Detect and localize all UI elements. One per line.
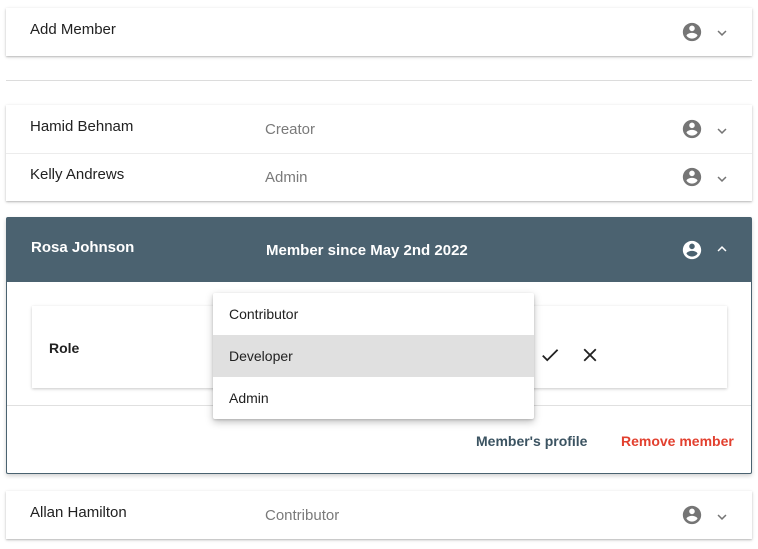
account-circle-icon (682, 505, 702, 525)
check-icon[interactable] (539, 344, 561, 366)
chevron-down-icon[interactable] (713, 508, 731, 526)
member-name: Rosa Johnson (31, 239, 135, 256)
member-role: Admin (265, 169, 308, 186)
member-row-allan[interactable]: Allan Hamilton Contributor (6, 491, 752, 539)
section-divider (6, 80, 752, 81)
member-name: Kelly Andrews (30, 166, 125, 183)
chevron-down-icon[interactable] (713, 24, 731, 42)
account-circle-icon (682, 240, 702, 260)
close-icon[interactable] (579, 344, 601, 366)
member-card-allan: Allan Hamilton Contributor (6, 491, 752, 539)
account-circle-icon (682, 22, 702, 42)
role-option-contributor[interactable]: Contributor (213, 293, 534, 335)
option-label: Developer (229, 348, 293, 364)
member-row-hamid[interactable]: Hamid Behnam Creator (6, 105, 752, 153)
chevron-down-icon[interactable] (713, 170, 731, 188)
expanded-member-header[interactable]: Rosa Johnson Member since May 2nd 2022 (7, 218, 751, 282)
members-list-card: Hamid Behnam Creator Kelly Andrews Admin (6, 105, 752, 201)
remove-member-button[interactable]: Remove member (621, 433, 734, 449)
option-label: Contributor (229, 306, 299, 322)
add-member-card: Add Member (6, 8, 752, 56)
member-role: Creator (265, 121, 316, 138)
add-member-row[interactable]: Add Member (6, 8, 752, 56)
role-dropdown-menu: Contributor Developer Admin (213, 293, 534, 419)
option-label: Admin (229, 390, 269, 406)
member-role: Contributor (265, 507, 340, 524)
role-label: Role (49, 340, 80, 356)
chevron-up-icon[interactable] (713, 240, 731, 258)
add-member-label: Add Member (30, 21, 116, 38)
role-option-developer[interactable]: Developer (213, 335, 534, 377)
member-name: Hamid Behnam (30, 118, 134, 135)
account-circle-icon (682, 167, 702, 187)
member-name: Allan Hamilton (30, 504, 127, 521)
account-circle-icon (682, 119, 702, 139)
member-row-kelly[interactable]: Kelly Andrews Admin (6, 153, 752, 201)
member-profile-link[interactable]: Member's profile (476, 433, 587, 449)
member-since: Member since May 2nd 2022 (266, 242, 468, 259)
chevron-down-icon[interactable] (713, 122, 731, 140)
role-option-admin[interactable]: Admin (213, 377, 534, 419)
members-page: Add Member Hamid Behnam Creator Kelly An… (0, 0, 758, 549)
